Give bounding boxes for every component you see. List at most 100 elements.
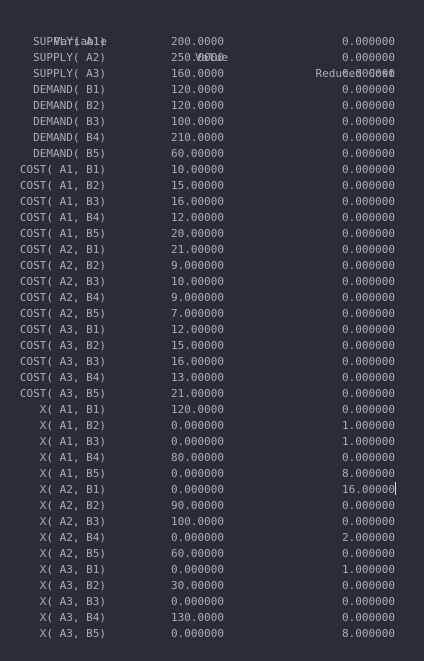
value-cell: 130.0000 [171,611,224,624]
reduced-cost-cell: 0.000000 [342,83,395,96]
table-row: X( A1, B5) 0.000000 8.000000 [0,466,424,482]
variable-cell: COST( A3, B5) [19,387,106,400]
value-cell: 80.00000 [171,451,224,464]
reduced-cost-cell: 0.000000 [342,515,395,528]
variable-cell: COST( A3, B4) [19,371,106,384]
table-row: X( A2, B1) 0.000000 16.00000 [0,482,424,498]
value-cell: 12.00000 [171,323,224,336]
table-row: X( A3, B4) 130.0000 0.000000 [0,610,424,626]
variable-cell: DEMAND( B3) [33,115,106,128]
table-row: COST( A3, B1) 12.00000 0.000000 [0,322,424,338]
reduced-cost-cell: 0.000000 [342,243,395,256]
table-row: DEMAND( B5) 60.00000 0.000000 [0,146,424,162]
table-row: COST( A2, B5) 7.000000 0.000000 [0,306,424,322]
value-cell: 100.0000 [171,115,224,128]
table-row: SUPPLY( A2) 250.0000 0.000000 [0,50,424,66]
table-row: COST( A3, B2) 15.00000 0.000000 [0,338,424,354]
variable-cell: COST( A2, B5) [19,307,106,320]
value-cell: 100.0000 [171,515,224,528]
reduced-cost-cell: 0.000000 [342,131,395,144]
reduced-cost-cell: 0.000000 [342,451,395,464]
table-row: COST( A3, B4) 13.00000 0.000000 [0,370,424,386]
value-cell: 15.00000 [171,339,224,352]
variable-cell: X( A2, B2) [39,499,106,512]
variable-cell: X( A2, B3) [39,515,106,528]
table-row: COST( A2, B1) 21.00000 0.000000 [0,242,424,258]
value-cell: 7.000000 [171,307,224,320]
value-cell: 0.000000 [171,531,224,544]
reduced-cost-cell: 8.000000 [342,467,395,480]
variable-cell: DEMAND( B2) [33,99,106,112]
table-row: X( A2, B3) 100.0000 0.000000 [0,514,424,530]
terminal-window: { "header": { "variable": "Variable", "v… [0,0,424,661]
reduced-cost-cell: 0.000000 [342,355,395,368]
reduced-cost-cell: 0.000000 [342,547,395,560]
variable-cell: X( A1, B2) [39,419,106,432]
reduced-cost-cell: 0.000000 [342,99,395,112]
variable-cell: SUPPLY( A3) [33,67,106,80]
reduced-cost-cell: 0.000000 [342,259,395,272]
table-row: DEMAND( B3) 100.0000 0.000000 [0,114,424,130]
variable-cell: COST( A1, B4) [19,211,106,224]
value-cell: 0.000000 [171,467,224,480]
variable-cell: X( A2, B5) [39,547,106,560]
table-row: COST( A3, B3) 16.00000 0.000000 [0,354,424,370]
value-cell: 60.00000 [171,147,224,160]
table-row: COST( A1, B5) 20.00000 0.000000 [0,226,424,242]
variable-cell: SUPPLY( A1) [33,35,106,48]
variable-cell: X( A3, B2) [39,579,106,592]
value-cell: 0.000000 [171,483,224,496]
variable-cell: COST( A3, B3) [19,355,106,368]
variable-cell: X( A2, B1) [39,483,106,496]
table-body: SUPPLY( A1) 200.0000 0.000000 SUPPLY( A2) 25… [0,34,424,642]
reduced-cost-cell: 0.000000 [342,579,395,592]
value-cell: 120.0000 [171,403,224,416]
variable-cell: X( A3, B3) [39,595,106,608]
value-cell: 9.000000 [171,291,224,304]
table-row: X( A3, B2) 30.00000 0.000000 [0,578,424,594]
value-cell: 0.000000 [171,595,224,608]
value-cell: 0.000000 [171,435,224,448]
variable-cell: X( A1, B5) [39,467,106,480]
reduced-cost-cell: 0.000000 [342,291,395,304]
reduced-cost-cell: 0.000000 [342,67,395,80]
variable-cell: COST( A2, B1) [19,243,106,256]
variable-cell: X( A1, B1) [39,403,106,416]
reduced-cost-cell: 1.000000 [342,563,395,576]
reduced-cost-cell: 0.000000 [342,147,395,160]
value-cell: 12.00000 [171,211,224,224]
variable-cell: X( A1, B3) [39,435,106,448]
table-row: COST( A2, B2) 9.000000 0.000000 [0,258,424,274]
value-cell: 13.00000 [171,371,224,384]
value-cell: 200.0000 [171,35,224,48]
table-row: COST( A1, B1) 10.00000 0.000000 [0,162,424,178]
value-cell: 0.000000 [171,627,224,640]
variable-cell: COST( A3, B2) [19,339,106,352]
solver-output-table: Variable Value Reduced Cost SUPPLY( A1) 2… [0,18,424,642]
variable-cell: DEMAND( B1) [33,83,106,96]
value-cell: 250.0000 [171,51,224,64]
reduced-cost-cell: 1.000000 [342,435,395,448]
table-row: DEMAND( B1) 120.0000 0.000000 [0,82,424,98]
reduced-cost-cell: 2.000000 [342,531,395,544]
variable-cell: COST( A1, B3) [19,195,106,208]
value-cell: 9.000000 [171,259,224,272]
value-cell: 16.00000 [171,355,224,368]
reduced-cost-cell: 0.000000 [342,163,395,176]
value-cell: 120.0000 [171,99,224,112]
table-row: DEMAND( B2) 120.0000 0.000000 [0,98,424,114]
reduced-cost-cell: 0.000000 [342,195,395,208]
table-row: COST( A2, B4) 9.000000 0.000000 [0,290,424,306]
reduced-cost-cell: 0.000000 [342,323,395,336]
value-cell: 210.0000 [171,131,224,144]
table-row: X( A1, B1) 120.0000 0.000000 [0,402,424,418]
variable-cell: DEMAND( B5) [33,147,106,160]
reduced-cost-cell: 0.000000 [342,371,395,384]
reduced-cost-cell: 0.000000 [342,595,395,608]
variable-cell: X( A3, B1) [39,563,106,576]
table-row: COST( A2, B3) 10.00000 0.000000 [0,274,424,290]
variable-cell: COST( A3, B1) [19,323,106,336]
table-row: X( A2, B5) 60.00000 0.000000 [0,546,424,562]
table-row: DEMAND( B4) 210.0000 0.000000 [0,130,424,146]
value-cell: 120.0000 [171,83,224,96]
